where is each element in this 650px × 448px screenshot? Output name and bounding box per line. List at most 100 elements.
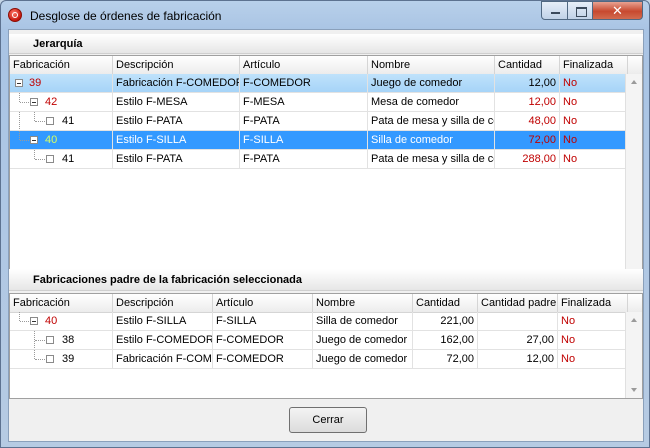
col-descripcion[interactable]: Descripción xyxy=(113,294,213,312)
articulo-cell: F-PATA xyxy=(240,112,368,131)
fabricacion-id: 41 xyxy=(62,153,75,165)
minimize-button[interactable] xyxy=(541,1,568,20)
jerarquia-grid[interactable]: Fabricación Descripción Artículo Nombre … xyxy=(9,55,643,287)
collapse-icon[interactable] xyxy=(30,98,38,106)
jerarquia-grid-header: Fabricación Descripción Artículo Nombre … xyxy=(10,56,642,75)
table-row[interactable]: 42 Estilo F-MESA F-MESA Mesa de comedor … xyxy=(10,93,642,112)
maximize-icon xyxy=(576,7,587,17)
descripcion-cell: Estilo F-SILLA xyxy=(113,312,213,331)
padres-grid[interactable]: Fabricación Descripción Artículo Nombre … xyxy=(9,293,643,399)
fabricacion-id: 40 xyxy=(45,134,58,146)
table-row[interactable]: 40 Estilo F-SILLA F-SILLA Silla de comed… xyxy=(10,312,642,331)
collapse-icon[interactable] xyxy=(30,136,38,144)
close-icon: ✕ xyxy=(612,3,623,18)
cantidad-cell: 12,00 xyxy=(495,74,560,93)
main-window: Desglose de órdenes de fabricación ✕ Jer… xyxy=(0,0,650,448)
col-finalizada[interactable]: Finalizada xyxy=(560,56,628,74)
fabricacion-id: 41 xyxy=(62,115,75,127)
nombre-cell: Juego de comedor xyxy=(313,350,413,369)
cantidad-cell: 72,00 xyxy=(495,131,560,150)
scroll-up-icon[interactable] xyxy=(631,318,637,322)
nombre-cell: Silla de comedor xyxy=(368,131,495,150)
finalizada-cell: No xyxy=(560,112,628,131)
leaf-node-icon xyxy=(46,355,54,363)
descripcion-cell: Estilo F-SILLA xyxy=(113,131,240,150)
window-title: Desglose de órdenes de fabricación xyxy=(30,9,222,23)
articulo-cell: F-SILLA xyxy=(240,131,368,150)
table-row[interactable]: 38 Estilo F-COMEDOR F-COMEDOR Juego de c… xyxy=(10,331,642,350)
cantidad-cell: 288,00 xyxy=(495,150,560,169)
col-fabricacion[interactable]: Fabricación xyxy=(10,294,113,312)
scroll-up-icon[interactable] xyxy=(631,80,637,84)
client-area: Jerarquía Fabricación Descripción Artícu… xyxy=(8,29,644,442)
nombre-cell: Juego de comedor xyxy=(368,74,495,93)
col-articulo[interactable]: Artículo xyxy=(213,294,313,312)
articulo-cell: F-COMEDOR xyxy=(213,350,313,369)
articulo-cell: F-COMEDOR xyxy=(240,74,368,93)
maximize-button[interactable] xyxy=(567,1,593,20)
jerarquia-scrollbar[interactable] xyxy=(625,74,642,286)
leaf-node-icon xyxy=(46,336,54,344)
finalizada-cell: No xyxy=(560,74,628,93)
cantidad-cell: 221,00 xyxy=(413,312,478,331)
fabricacion-id: 38 xyxy=(62,334,75,346)
articulo-cell: F-PATA xyxy=(240,150,368,169)
table-row[interactable]: 41 Estilo F-PATA F-PATA Pata de mesa y s… xyxy=(10,112,642,131)
finalizada-cell: No xyxy=(558,350,628,369)
table-row[interactable]: 41 Estilo F-PATA F-PATA Pata de mesa y s… xyxy=(10,150,642,169)
minimize-icon xyxy=(551,12,560,14)
cantidad-cell: 12,00 xyxy=(495,93,560,112)
app-icon xyxy=(8,8,22,22)
col-nombre[interactable]: Nombre xyxy=(368,56,495,74)
cantidad-cell: 48,00 xyxy=(495,112,560,131)
cantidad-padre-cell xyxy=(478,312,558,331)
scroll-down-icon[interactable] xyxy=(631,388,637,392)
padres-scrollbar[interactable] xyxy=(625,312,642,398)
descripcion-cell: Fabricación F-COMEDOR xyxy=(113,74,240,93)
leaf-node-icon xyxy=(46,155,54,163)
articulo-cell: F-MESA xyxy=(240,93,368,112)
close-button[interactable]: ✕ xyxy=(592,1,643,20)
cantidad-padre-cell: 12,00 xyxy=(478,350,558,369)
collapse-icon[interactable] xyxy=(15,79,23,87)
col-nombre[interactable]: Nombre xyxy=(313,294,413,312)
leaf-node-icon xyxy=(46,117,54,125)
finalizada-cell: No xyxy=(558,312,628,331)
cantidad-cell: 162,00 xyxy=(413,331,478,350)
collapse-icon[interactable] xyxy=(30,317,38,325)
cantidad-cell: 72,00 xyxy=(413,350,478,369)
descripcion-cell: Estilo F-MESA xyxy=(113,93,240,112)
nombre-cell: Juego de comedor xyxy=(313,331,413,350)
nombre-cell: Silla de comedor xyxy=(313,312,413,331)
fabricacion-id: 39 xyxy=(62,353,75,365)
title-bar[interactable]: Desglose de órdenes de fabricación ✕ xyxy=(1,1,649,29)
fabricacion-id: 39 xyxy=(29,77,42,89)
jerarquia-header: Jerarquía xyxy=(9,34,643,54)
articulo-cell: F-SILLA xyxy=(213,312,313,331)
col-cantidad[interactable]: Cantidad xyxy=(495,56,560,74)
finalizada-cell: No xyxy=(560,93,628,112)
table-row[interactable]: 39 Fabricación F-COMEDOR F-COMEDOR Juego… xyxy=(10,74,642,93)
nombre-cell: Pata de mesa y silla de comedor xyxy=(368,112,495,131)
col-descripcion[interactable]: Descripción xyxy=(113,56,240,74)
nombre-cell: Mesa de comedor xyxy=(368,93,495,112)
cantidad-padre-cell: 27,00 xyxy=(478,331,558,350)
padres-grid-header: Fabricación Descripción Artículo Nombre … xyxy=(10,294,642,313)
cerrar-button[interactable]: Cerrar xyxy=(289,407,367,433)
col-finalizada[interactable]: Finalizada xyxy=(558,294,628,312)
descripcion-cell: Estilo F-PATA xyxy=(113,112,240,131)
fabricacion-id: 42 xyxy=(45,96,58,108)
col-articulo[interactable]: Artículo xyxy=(240,56,368,74)
table-row-selected[interactable]: 40 Estilo F-SILLA F-SILLA Silla de comed… xyxy=(10,131,642,150)
descripcion-cell: Estilo F-PATA xyxy=(113,150,240,169)
nombre-cell: Pata de mesa y silla de comedor xyxy=(368,150,495,169)
col-cantidad[interactable]: Cantidad xyxy=(413,294,478,312)
finalizada-cell: No xyxy=(558,331,628,350)
descripcion-cell: Estilo F-COMEDOR xyxy=(113,331,213,350)
descripcion-cell: Fabricación F-COMEDOR xyxy=(113,350,213,369)
col-cantidad-padre[interactable]: Cantidad padre xyxy=(478,294,558,312)
table-row[interactable]: 39 Fabricación F-COMEDOR F-COMEDOR Juego… xyxy=(10,350,642,369)
padres-header: Fabricaciones padre de la fabricación se… xyxy=(9,269,643,291)
finalizada-cell: No xyxy=(560,150,628,169)
col-fabricacion[interactable]: Fabricación xyxy=(10,56,113,74)
